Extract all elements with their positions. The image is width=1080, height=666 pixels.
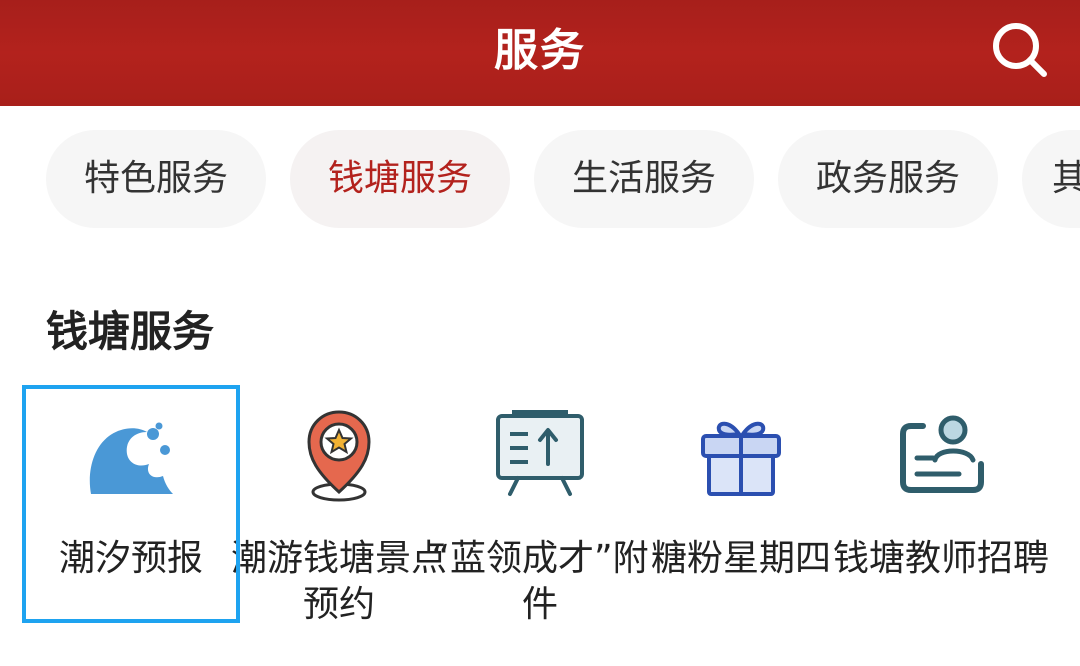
service-scenic-booking[interactable]: 潮游钱塘景点预约 (231, 386, 447, 626)
section-title: 钱塘服务 (46, 307, 215, 356)
tab-featured-services[interactable]: 特色服务 (46, 130, 266, 228)
service-teacher-recruitment[interactable]: 钱塘教师招聘 (833, 386, 1049, 626)
page-title: 服务 (494, 25, 586, 76)
search-icon (993, 23, 1047, 77)
service-label: 钱塘教师招聘 (832, 538, 1049, 579)
service-label: 糖粉星期四 (650, 538, 831, 579)
gift-icon (701, 421, 781, 496)
service-sugar-thursday[interactable]: 糖粉星期四 (641, 386, 841, 626)
service-bluecollar-attachment[interactable]: “蓝领成才”附件 (431, 386, 649, 626)
selection-highlight (22, 385, 240, 623)
map-pin-star-icon (307, 410, 371, 502)
search-button[interactable] (988, 18, 1052, 82)
app-header: 服务 (0, 0, 1080, 106)
board-arrow-icon (496, 410, 584, 496)
service-label: “蓝领成才”附件 (431, 538, 649, 625)
tab-qiantang-services[interactable]: 钱塘服务 (290, 130, 510, 228)
service-label: 潮游钱塘景点预约 (230, 538, 447, 625)
tab-other[interactable]: 其 (1022, 130, 1080, 228)
category-tabs: 特色服务 钱塘服务 生活服务 政务服务 其 (0, 106, 1080, 266)
tab-government-services[interactable]: 政务服务 (778, 130, 998, 228)
teacher-recruit-icon (900, 415, 984, 493)
tab-life-services[interactable]: 生活服务 (534, 130, 754, 228)
